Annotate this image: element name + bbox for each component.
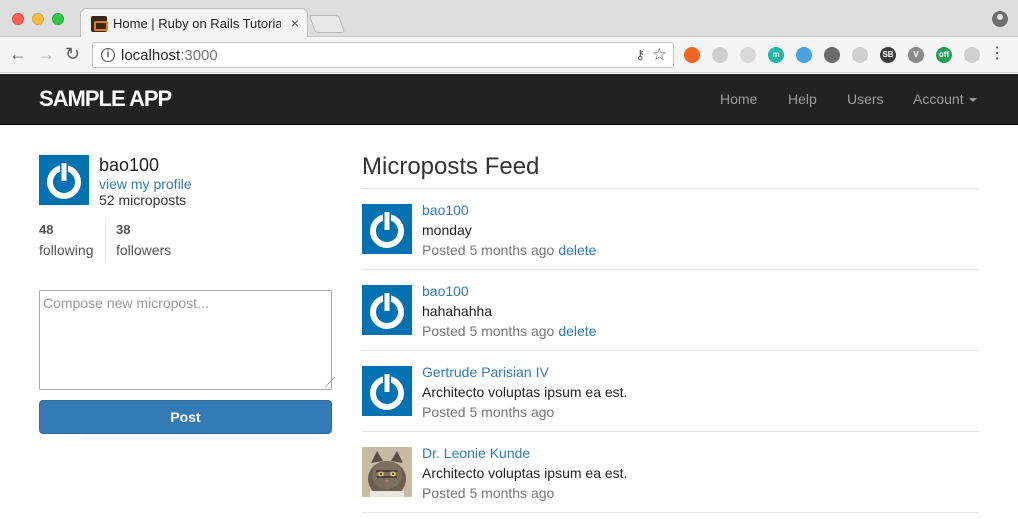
extension-label: SB bbox=[882, 50, 894, 59]
feed-avatar[interactable] bbox=[362, 366, 412, 416]
zoom-window-button[interactable] bbox=[52, 13, 64, 25]
gray-arrow-extension-icon[interactable] bbox=[712, 47, 728, 63]
post-user-link[interactable]: bao100 bbox=[422, 283, 469, 299]
bookmark-star-icon[interactable]: ☆ bbox=[652, 45, 667, 65]
browser-toolbar: ← → ↻ i localhost:3000 ⚷ ☆ m SB Voff ⋮ bbox=[0, 37, 1018, 73]
post-timestamp: Posted 5 months ago bbox=[422, 485, 555, 501]
feed-divider bbox=[362, 188, 979, 189]
extension-label: V bbox=[913, 50, 919, 59]
v-extension-icon[interactable]: V bbox=[908, 47, 924, 63]
cat-photo-icon bbox=[362, 447, 412, 497]
compose-micropost-input[interactable] bbox=[39, 290, 332, 390]
post-timestamp: Posted 5 months ago bbox=[422, 323, 555, 339]
account-label: Account bbox=[913, 91, 964, 107]
post-content: Architecto voluptas ipsum ea est. bbox=[422, 384, 628, 400]
post-user-link[interactable]: bao100 bbox=[422, 202, 469, 218]
post-timestamp: Posted 5 months ago bbox=[422, 404, 555, 420]
browser-profile-icon[interactable] bbox=[992, 11, 1008, 27]
grid-extension-icon[interactable] bbox=[852, 47, 868, 63]
green-off-extension-icon[interactable]: off bbox=[936, 47, 952, 63]
feed-divider bbox=[362, 269, 979, 270]
post-timestamp-row: Posted 5 months ago delete bbox=[422, 242, 596, 258]
followers-count[interactable]: 38 bbox=[116, 222, 130, 237]
post-content: hahahahha bbox=[422, 303, 493, 319]
feed-avatar[interactable] bbox=[362, 204, 412, 254]
url-host: localhost bbox=[121, 47, 181, 64]
close-window-button[interactable] bbox=[12, 13, 24, 25]
orange-ring-extension-icon[interactable] bbox=[684, 47, 700, 63]
nav-users-link[interactable]: Users bbox=[847, 91, 884, 107]
gravatar-power-icon bbox=[370, 292, 404, 329]
weibo-extension-icon[interactable] bbox=[964, 47, 980, 63]
gravatar-power-icon bbox=[370, 211, 404, 248]
cat-avatar[interactable] bbox=[362, 447, 412, 497]
sb-extension-icon[interactable]: SB bbox=[880, 47, 896, 63]
site-info-icon[interactable]: i bbox=[101, 48, 115, 62]
new-tab-button[interactable] bbox=[308, 15, 346, 33]
blue-check-extension-icon[interactable] bbox=[796, 47, 812, 63]
tab-title: Home | Ruby on Rails Tutorial Sample App bbox=[113, 16, 281, 31]
password-key-icon[interactable]: ⚷ bbox=[635, 47, 645, 63]
reload-icon[interactable]: ↻ bbox=[65, 45, 80, 63]
post-content: monday bbox=[422, 222, 472, 238]
following-count[interactable]: 48 bbox=[39, 222, 53, 237]
gravatar-power-icon bbox=[47, 162, 81, 199]
nav-account-dropdown[interactable]: Account bbox=[913, 91, 977, 107]
url-text[interactable]: localhost:3000 bbox=[121, 47, 218, 64]
envelope-extension-icon[interactable] bbox=[824, 47, 840, 63]
user-name: bao100 bbox=[99, 155, 160, 175]
app-logo[interactable]: sample app bbox=[39, 86, 172, 112]
nav-home-link[interactable]: Home bbox=[720, 91, 757, 107]
nav-help-link[interactable]: Help bbox=[788, 91, 817, 107]
post-timestamp-row: Posted 5 months ago bbox=[422, 485, 554, 501]
extension-label: off bbox=[938, 50, 950, 59]
caret-down-icon bbox=[968, 98, 977, 103]
view-profile-link[interactable]: view my profile bbox=[99, 176, 192, 192]
post-timestamp-row: Posted 5 months ago bbox=[422, 404, 554, 420]
post-button[interactable]: Post bbox=[39, 400, 332, 434]
c-extension-icon[interactable] bbox=[740, 47, 756, 63]
forward-arrow-icon[interactable]: → bbox=[37, 45, 55, 63]
post-timestamp-row: Posted 5 months ago delete bbox=[422, 323, 596, 339]
gravatar-power-icon bbox=[370, 373, 404, 410]
app-navbar: sample app Home Help Users Account bbox=[0, 74, 1018, 125]
browser-menu-icon[interactable]: ⋮ bbox=[989, 46, 1005, 62]
stats-divider bbox=[105, 220, 106, 262]
minimize-window-button[interactable] bbox=[32, 13, 44, 25]
back-arrow-icon[interactable]: ← bbox=[9, 45, 27, 63]
feed-divider bbox=[362, 512, 979, 513]
user-avatar[interactable] bbox=[39, 155, 89, 205]
rails-favicon-icon bbox=[91, 16, 108, 32]
delete-post-link[interactable]: delete bbox=[558, 323, 596, 339]
followers-label[interactable]: followers bbox=[116, 242, 171, 258]
micropost-count: 52 microposts bbox=[99, 192, 187, 208]
post-user-link[interactable]: Gertrude Parisian IV bbox=[422, 364, 549, 380]
delete-post-link[interactable]: delete bbox=[558, 242, 596, 258]
feed-divider bbox=[362, 431, 979, 432]
browser-tab[interactable]: Home | Ruby on Rails Tutorial Sample App… bbox=[80, 8, 308, 37]
feed-avatar[interactable] bbox=[362, 285, 412, 335]
extension-label: m bbox=[772, 50, 780, 59]
address-bar[interactable]: i localhost:3000 ⚷ ☆ bbox=[92, 42, 674, 68]
following-label[interactable]: following bbox=[39, 242, 93, 258]
url-port: :3000 bbox=[180, 47, 218, 64]
browser-tab-bar: Home | Ruby on Rails Tutorial Sample App… bbox=[0, 0, 1018, 37]
close-tab-icon[interactable]: × bbox=[291, 15, 299, 31]
m-extension-icon[interactable]: m bbox=[768, 47, 784, 63]
post-content: Architecto voluptas ipsum ea est. bbox=[422, 465, 628, 481]
feed-divider bbox=[362, 350, 979, 351]
feed-title: Microposts Feed bbox=[362, 153, 540, 180]
post-timestamp: Posted 5 months ago bbox=[422, 242, 555, 258]
post-user-link[interactable]: Dr. Leonie Kunde bbox=[422, 445, 530, 461]
